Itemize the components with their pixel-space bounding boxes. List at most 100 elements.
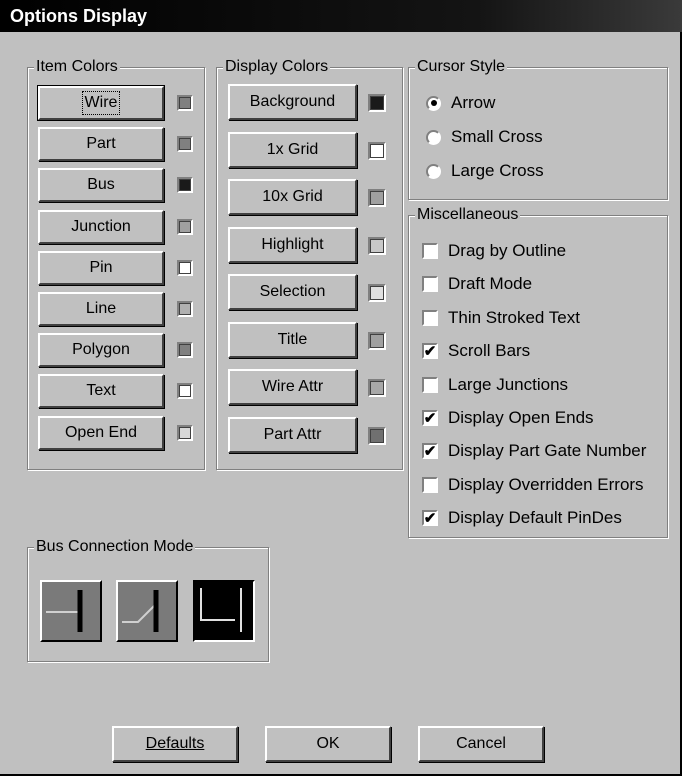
item-color-swatch[interactable] [177,383,193,400]
display-color-swatch[interactable] [368,236,386,255]
miscellaneous-legend: Miscellaneous [415,206,521,224]
ok-button[interactable]: OK [265,726,391,762]
cursor-option-label: Arrow [451,93,496,112]
display-color-swatch[interactable] [368,331,386,350]
misc-option-label: Scroll Bars [448,341,531,361]
item-color-swatch[interactable] [177,342,193,359]
cancel-button[interactable]: Cancel [418,726,544,762]
item-color-button-wire[interactable]: Wire [37,85,165,121]
radio-selected-icon[interactable] [426,95,441,111]
title-bar: Options Display [0,0,682,32]
item-colors-legend: Item Colors [34,58,120,76]
display-color-label: Title [277,330,308,348]
misc-option-display-part-gate-number[interactable]: ✔ Display Part Gate Number [422,440,646,462]
item-color-swatch[interactable] [177,95,193,111]
misc-option-display-overridden-errors[interactable]: Display Overridden Errors [422,474,644,496]
display-color-swatch[interactable] [368,141,386,160]
checkbox-checked-icon[interactable]: ✔ [422,410,438,426]
display-color-button-background[interactable]: Background [228,84,357,120]
bus-corner-icon [200,588,242,632]
misc-option-label: Draft Mode [448,274,533,294]
display-color-button-wire-attr[interactable]: Wire Attr [228,369,357,405]
display-color-swatch[interactable] [368,94,386,112]
display-color-button-part-attr[interactable]: Part Attr [228,416,357,453]
misc-option-display-open-ends[interactable]: ✔ Display Open Ends [422,407,594,429]
item-color-button-part[interactable]: Part [38,127,164,162]
misc-option-label: Display Open Ends [448,408,594,427]
item-color-button-bus[interactable]: Bus [38,168,164,203]
display-color-button-highlight[interactable]: Highlight [228,226,357,263]
checkbox-checked-icon[interactable]: ✔ [422,442,438,460]
bus-mode-straight-button[interactable] [40,580,102,642]
display-color-swatch[interactable] [368,284,386,302]
item-color-swatch[interactable] [177,301,193,317]
checkmark-icon: ✔ [423,509,437,527]
display-color-swatch[interactable] [368,379,386,397]
misc-option-label: Display Part Gate Number [448,441,647,461]
defaults-button[interactable]: Defaults [112,726,238,762]
misc-option-label: Display Overridden Errors [448,474,644,494]
item-color-button-junction[interactable]: Junction [38,209,164,244]
cursor-option-small-cross[interactable]: Small Cross [426,126,543,148]
display-color-label: Wire Attr [261,378,324,395]
cursor-option-label: Large Cross [451,161,544,180]
checkbox-icon[interactable] [422,276,438,293]
checkbox-icon[interactable] [422,309,438,326]
display-color-label: Background [249,93,336,110]
bus-connection-legend: Bus Connection Mode [34,538,196,556]
checkbox-icon[interactable] [422,376,438,393]
item-color-swatch[interactable] [177,259,193,276]
bus-mode-corner-button[interactable] [193,580,255,642]
checkbox-checked-icon[interactable]: ✔ [422,342,438,360]
checkmark-icon: ✔ [423,342,437,360]
misc-option-label: Drag by Outline [448,241,567,260]
item-color-label: Part [86,135,116,153]
bus-straight-icon [46,590,83,632]
misc-option-display-default-pindes[interactable]: ✔ Display Default PinDes [422,507,622,529]
ok-button-label: OK [316,735,340,752]
item-color-button-open-end[interactable]: Open End [38,415,164,450]
display-color-label: Selection [259,283,326,300]
misc-option-thin-stroked-text[interactable]: Thin Stroked Text [422,307,580,329]
display-color-label: 1x Grid [266,140,319,158]
misc-option-large-junctions[interactable]: Large Junctions [422,374,568,396]
bus-mode-angled-button[interactable] [116,580,178,642]
display-color-button-title[interactable]: Title [228,321,357,358]
item-color-swatch[interactable] [177,218,193,235]
radio-icon[interactable] [426,163,441,179]
display-colors-legend: Display Colors [223,58,331,76]
checkbox-icon[interactable] [422,243,438,259]
item-color-swatch[interactable] [177,424,193,441]
misc-option-label: Thin Stroked Text [448,307,580,327]
cursor-option-large-cross[interactable]: Large Cross [426,160,544,182]
item-color-swatch[interactable] [177,136,193,153]
item-color-label: Polygon [72,341,130,359]
display-color-button-10x-grid[interactable]: 10x Grid [228,179,357,215]
checkmark-icon: ✔ [423,442,437,460]
item-color-button-pin[interactable]: Pin [38,250,164,285]
misc-option-label: Display Default PinDes [448,508,622,528]
item-color-button-text[interactable]: Text [38,374,164,409]
item-color-swatch[interactable] [177,177,193,194]
display-color-swatch[interactable] [368,189,386,207]
item-color-label: Bus [87,176,115,194]
display-color-button-1x-grid[interactable]: 1x Grid [228,131,357,168]
checkbox-icon[interactable] [422,476,438,493]
item-color-label: Pin [89,258,113,276]
display-color-label: Highlight [261,235,324,253]
display-color-button-selection[interactable]: Selection [228,274,357,310]
item-color-button-line[interactable]: Line [38,292,164,326]
defaults-button-label: Defaults [145,735,205,752]
checkmark-icon: ✔ [423,409,437,427]
misc-option-drag-by-outline[interactable]: Drag by Outline [422,240,566,262]
display-color-swatch[interactable] [368,426,386,445]
item-color-label: Open End [64,423,138,441]
item-color-button-polygon[interactable]: Polygon [38,333,164,368]
item-color-label: Wire [81,91,121,115]
item-color-label: Text [86,382,116,400]
misc-option-scroll-bars[interactable]: ✔ Scroll Bars [422,340,530,362]
cursor-option-arrow[interactable]: Arrow [426,92,495,114]
checkbox-checked-icon[interactable]: ✔ [422,509,438,527]
misc-option-draft-mode[interactable]: Draft Mode [422,273,532,295]
radio-icon[interactable] [426,129,441,145]
